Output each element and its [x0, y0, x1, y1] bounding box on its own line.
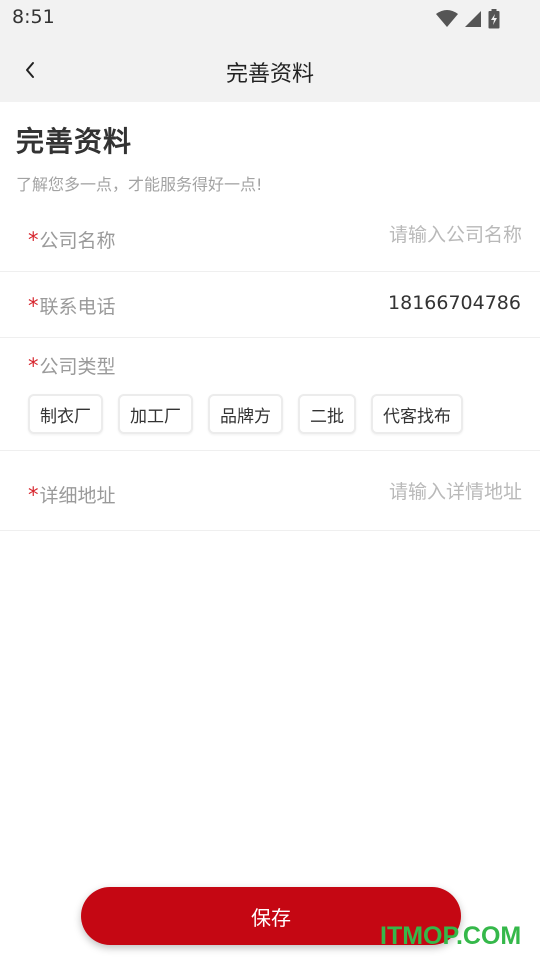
company-type-option[interactable]: 二批: [298, 394, 356, 434]
status-icons: [436, 9, 500, 29]
status-bar: 8:51: [0, 0, 540, 38]
company-type-label: *公司类型: [28, 352, 116, 379]
address-input[interactable]: [222, 481, 522, 503]
battery-icon: [488, 9, 500, 29]
company-type-option[interactable]: 加工厂: [118, 394, 193, 434]
company-type-option[interactable]: 制衣厂: [28, 394, 103, 434]
phone-row: *联系电话 18166704786: [0, 272, 540, 338]
company-type-option[interactable]: 代客找布: [371, 394, 463, 434]
company-name-label-text: 公司名称: [39, 230, 116, 252]
company-name-input[interactable]: [222, 224, 522, 246]
wifi-icon: [436, 10, 458, 27]
page-subtitle: 了解您多一点，才能服务得好一点!: [16, 175, 263, 194]
address-label: *详细地址: [28, 481, 116, 508]
company-name-row: *公司名称: [0, 204, 540, 272]
signal-icon: [465, 11, 481, 27]
required-mark: *: [28, 228, 39, 252]
company-type-option[interactable]: 品牌方: [208, 394, 283, 434]
watermark: ITMOP.COM: [380, 922, 522, 950]
required-mark: *: [28, 354, 39, 378]
address-row: *详细地址: [0, 451, 540, 531]
company-name-label: *公司名称: [28, 226, 116, 253]
page-title: 完善资料: [16, 125, 133, 158]
required-mark: *: [28, 483, 39, 507]
phone-label-text: 联系电话: [39, 296, 116, 318]
required-mark: *: [28, 294, 39, 318]
company-type-options: 制衣厂 加工厂 品牌方 二批 代客找布: [28, 394, 463, 434]
address-label-text: 详细地址: [39, 485, 116, 507]
phone-label: *联系电话: [28, 292, 116, 319]
nav-bar: 完善资料: [0, 38, 540, 102]
company-type-row: *公司类型 制衣厂 加工厂 品牌方 二批 代客找布: [0, 338, 540, 451]
phone-value[interactable]: 18166704786: [388, 292, 521, 314]
nav-title: 完善资料: [225, 62, 314, 87]
company-type-label-text: 公司类型: [39, 356, 116, 378]
status-time: 8:51: [12, 6, 55, 28]
